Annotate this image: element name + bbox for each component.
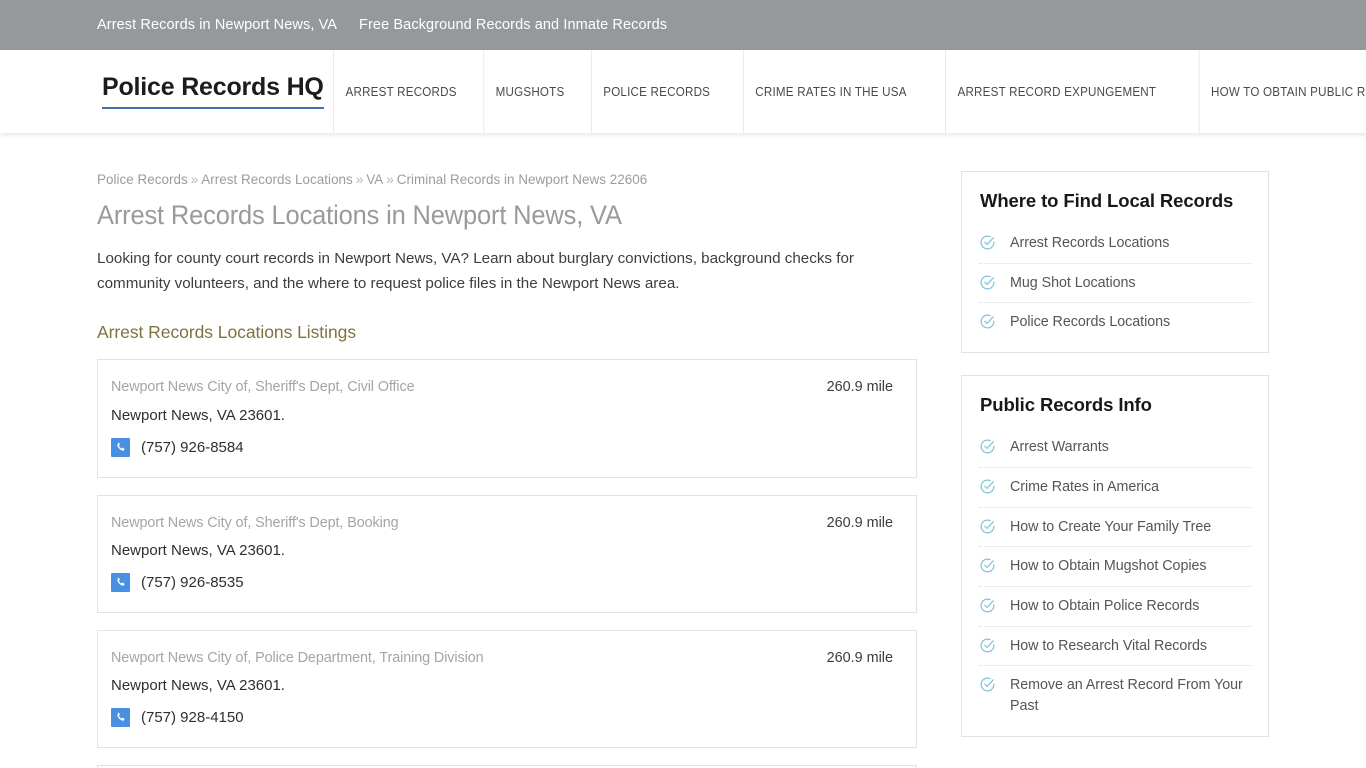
listing-name[interactable]: Newport News City of, Sheriff's Dept, Ci… [111,378,415,397]
sidebar-list: Arrest Records Locations Mug Shot Locati… [979,224,1251,342]
breadcrumb: Police Records» Arrest Records Locations»… [97,171,917,188]
breadcrumb-separator: » [355,172,364,187]
listing-phone-number[interactable]: (757) 926-8584 [141,439,244,456]
nav-item-how-to-obtain-public-records[interactable]: HOW TO OBTAIN PUBLIC RECORDS [1198,50,1366,133]
sidebar-item-remove-an-arrest-record-from-your-past[interactable]: Remove an Arrest Record From Your Past [979,666,1251,725]
check-circle-icon [980,678,995,692]
listing-phone-number[interactable]: (757) 926-8535 [141,574,244,591]
site-logo[interactable]: Police Records HQ [102,74,324,109]
sidebar-item-arrest-warrants[interactable]: Arrest Warrants [979,428,1251,468]
listing-name[interactable]: Newport News City of, Sheriff's Dept, Bo… [111,514,399,533]
listing-address: Newport News, VA 23601. [111,677,285,695]
main-navigation: ARREST RECORDS MUGSHOTS POLICE RECORDS C… [324,50,1366,133]
sidebar-item-label[interactable]: How to Create Your Family Tree [1010,517,1211,538]
sidebar-item-label[interactable]: Police Records Locations [1010,312,1170,333]
listing-header: Newport News City of, Police Department,… [111,649,896,668]
top-utility-bar: Arrest Records in Newport News, VA Free … [0,0,1366,50]
intro-paragraph: Looking for county court records in Newp… [97,249,854,292]
sidebar-item-arrest-records-locations[interactable]: Arrest Records Locations [979,224,1251,264]
listing-phone-number[interactable]: (757) 928-4150 [141,709,244,726]
sidebar-item-how-to-create-your-family-tree[interactable]: How to Create Your Family Tree [979,508,1251,548]
check-circle-icon [980,638,995,653]
check-circle-icon [980,479,995,494]
sidebar-item-label[interactable]: How to Obtain Mugshot Copies [1010,556,1207,577]
breadcrumb-item-arrest-records-locations[interactable]: Arrest Records Locations [201,172,353,187]
breadcrumb-separator: » [386,172,394,187]
sidebar-item-mug-shot-locations[interactable]: Mug Shot Locations [979,264,1251,304]
site-header: Police Records HQ ARREST RECORDS MUGSHOT… [0,50,1366,133]
phone-icon [111,708,130,728]
sidebar-box-where-to-find-local-records: Where to Find Local Records Arrest Recor… [961,171,1269,354]
sidebar-item-label[interactable]: Arrest Warrants [1010,437,1109,458]
sidebar-item-crime-rates-in-america[interactable]: Crime Rates in America [979,468,1251,508]
breadcrumb-item-va[interactable]: VA [366,172,383,187]
sidebar-item-label[interactable]: How to Research Vital Records [1010,636,1207,657]
sidebar-item-how-to-obtain-mugshot-copies[interactable]: How to Obtain Mugshot Copies [979,547,1251,588]
listing-distance: 260.9 mile [826,650,893,667]
listings-heading: Arrest Records Locations Listings [97,322,357,343]
nav-item-arrest-records[interactable]: ARREST RECORDS [332,50,468,133]
phone-icon [111,437,130,457]
sidebar-item-label[interactable]: Remove an Arrest Record From Your Past [1010,675,1251,716]
page-title: Arrest Records Locations in Newport News… [97,200,622,231]
sidebar-item-police-records-locations[interactable]: Police Records Locations [979,303,1251,342]
listing-name[interactable]: Newport News City of, Police Department,… [111,649,484,668]
listing-distance: 260.9 mile [826,379,893,396]
listing-card[interactable]: Newport News City of, Police Department,… [97,630,917,749]
listing-header: Newport News City of, Sheriff's Dept, Ci… [111,378,896,397]
main-content: Police Records» Arrest Records Locations»… [97,171,917,768]
listing-distance: 260.9 mile [826,514,893,531]
listing-card[interactable]: Newport News City of, Sheriff's Dept, Ci… [97,359,917,478]
listing-phone-row: (757) 928-4150 [111,708,896,728]
check-circle-icon [980,519,995,534]
listing-address: Newport News, VA 23601. [111,406,285,424]
listing-card[interactable]: Newport News City of, Sheriff's Dept, Bo… [97,494,917,614]
sidebar-item-how-to-obtain-police-records[interactable]: How to Obtain Police Records [979,587,1251,627]
sidebar-item-label[interactable]: Crime Rates in America [1010,477,1159,498]
phone-icon [111,573,130,593]
check-circle-icon [980,439,995,454]
nav-item-police-records[interactable]: POLICE RECORDS [591,50,722,133]
sidebar-item-label[interactable]: Mug Shot Locations [1010,273,1136,294]
sidebar: Where to Find Local Records Arrest Recor… [961,171,1269,768]
nav-item-crime-rates-in-the-usa[interactable]: CRIME RATES IN THE USA [742,50,918,133]
sidebar-box-title: Public Records Info [980,394,1152,416]
sidebar-item-label[interactable]: Arrest Records Locations [1010,233,1169,254]
nav-item-mugshots[interactable]: MUGSHOTS [483,50,576,133]
breadcrumb-item-current: Criminal Records in Newport News 22606 [396,172,648,187]
check-circle-icon [980,558,995,573]
brand-container: Police Records HQ [0,50,324,133]
nav-item-arrest-record-expungement[interactable]: ARREST RECORD EXPUNGEMENT [944,50,1167,133]
topbar-link-arrest-records[interactable]: Arrest Records in Newport News, VA [97,18,337,33]
check-circle-icon [980,275,995,290]
listing-header: Newport News City of, Sheriff's Dept, Bo… [111,514,896,533]
breadcrumb-separator: » [190,172,199,187]
page-body: Police Records» Arrest Records Locations»… [0,133,1366,768]
sidebar-item-how-to-research-vital-records[interactable]: How to Research Vital Records [979,627,1251,667]
topbar-link-free-background-records[interactable]: Free Background Records and Inmate Recor… [359,18,667,33]
listing-phone-row: (757) 926-8535 [111,573,896,593]
sidebar-item-label[interactable]: How to Obtain Police Records [1010,596,1199,617]
check-circle-icon [980,598,995,613]
listing-phone-row: (757) 926-8584 [111,437,896,457]
breadcrumb-item-police-records[interactable]: Police Records [97,172,188,187]
check-circle-icon [980,314,995,329]
sidebar-box-public-records-info: Public Records Info Arrest Warrants Crim… [961,375,1269,737]
listing-address: Newport News, VA 23601. [111,542,285,560]
check-circle-icon [980,235,995,250]
sidebar-list: Arrest Warrants Crime Rates in America H… [979,428,1251,726]
sidebar-box-title: Where to Find Local Records [980,190,1234,211]
